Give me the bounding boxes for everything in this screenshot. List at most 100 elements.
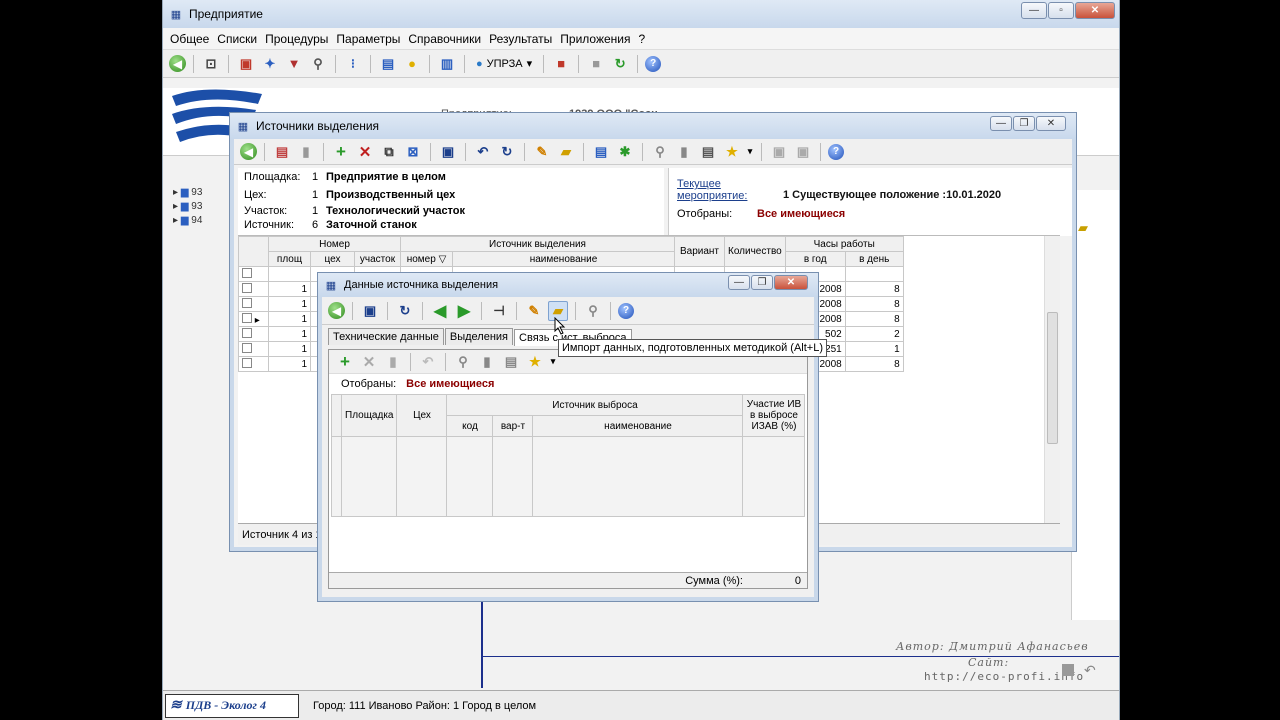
copy-icon[interactable]: ⧉ bbox=[379, 142, 399, 162]
tree-item[interactable]: ▸ ▆ 94 bbox=[173, 214, 202, 228]
tab-emissions[interactable]: Выделения bbox=[444, 328, 514, 345]
edit-icon[interactable]: ✎ bbox=[524, 301, 544, 321]
gray-copy-icon[interactable]: ▣ bbox=[769, 142, 789, 162]
add-icon[interactable]: + bbox=[331, 142, 351, 162]
vertical-scrollbar[interactable] bbox=[1044, 236, 1060, 523]
tab-technical[interactable]: Технические данные bbox=[328, 328, 444, 345]
find-icon[interactable]: ⊠ bbox=[403, 142, 423, 162]
gray-copy-icon[interactable]: ▣ bbox=[793, 142, 813, 162]
gray-doc-icon[interactable]: ▮ bbox=[477, 352, 497, 372]
report-icon[interactable]: ▤ bbox=[378, 54, 398, 74]
col-participation[interactable]: Участие ИВ в выбросе ИЗАВ (%) bbox=[742, 394, 806, 437]
row-checkbox[interactable] bbox=[242, 312, 252, 323]
menu-results[interactable]: Результаты bbox=[489, 32, 552, 46]
menu-lists[interactable]: Списки bbox=[217, 32, 257, 46]
col-quantity[interactable]: Количество bbox=[724, 236, 786, 267]
chevron-down-icon[interactable]: ▾ bbox=[746, 142, 754, 162]
undo-icon[interactable]: ↶ bbox=[1084, 662, 1096, 679]
link-icon[interactable]: ⊣ bbox=[489, 301, 509, 321]
menu-applications[interactable]: Приложения bbox=[560, 32, 630, 46]
help-icon[interactable]: ? bbox=[618, 302, 634, 319]
tools-icon[interactable]: ✱ bbox=[615, 142, 635, 162]
col-variant[interactable]: вар-т bbox=[492, 415, 534, 437]
row-checkbox[interactable] bbox=[242, 357, 252, 368]
back-icon[interactable]: ◀ bbox=[328, 302, 345, 319]
chevron-down-icon[interactable]: ▾ bbox=[549, 352, 557, 372]
menu-parameters[interactable]: Параметры bbox=[336, 32, 400, 46]
tree-item[interactable]: ▸ ▆ 93 bbox=[173, 200, 202, 214]
chart-icon[interactable]: ▣ bbox=[236, 54, 256, 74]
col-name[interactable]: наименование bbox=[532, 415, 744, 437]
search-icon[interactable]: ⚲ bbox=[453, 352, 473, 372]
restore-button[interactable]: ❐ bbox=[751, 275, 773, 290]
refresh-icon[interactable]: ↻ bbox=[610, 54, 630, 74]
row-checkbox[interactable] bbox=[242, 297, 252, 308]
arrow-right-icon[interactable]: ▶ bbox=[454, 301, 474, 321]
col-number[interactable]: номер ▽ bbox=[400, 251, 453, 267]
briefcase-icon[interactable]: ■ bbox=[551, 54, 571, 74]
redo-icon[interactable]: ↻ bbox=[395, 301, 415, 321]
back-icon[interactable]: ◀ bbox=[240, 143, 257, 160]
list-icon[interactable]: ▤ bbox=[698, 142, 718, 162]
menu-general[interactable]: Общее bbox=[170, 32, 209, 46]
maximize-button[interactable]: ▫ bbox=[1048, 2, 1074, 19]
col-variant[interactable]: Вариант bbox=[674, 236, 725, 267]
close-button[interactable]: ✕ bbox=[774, 275, 808, 290]
search-icon[interactable]: ⚲ bbox=[650, 142, 670, 162]
edit-icon[interactable]: ✎ bbox=[532, 142, 552, 162]
col-plosh[interactable]: площ bbox=[268, 251, 311, 267]
save-icon[interactable]: ▣ bbox=[360, 301, 380, 321]
tree-icon[interactable]: ⁝ bbox=[343, 54, 363, 74]
row-checkbox[interactable] bbox=[242, 282, 252, 293]
tree-item[interactable]: ▸ ▆ 93 bbox=[173, 186, 202, 200]
search-icon[interactable]: ⚲ bbox=[583, 301, 603, 321]
undo-icon[interactable]: ↶ bbox=[473, 142, 493, 162]
star-icon[interactable]: ★ bbox=[525, 352, 545, 372]
arrow-left-icon[interactable]: ◀ bbox=[430, 301, 450, 321]
row-checkbox[interactable] bbox=[242, 267, 252, 278]
back-icon[interactable]: ◀ bbox=[169, 55, 186, 72]
event-link[interactable]: Текущее мероприятие: bbox=[677, 178, 757, 202]
close-button[interactable]: ✕ bbox=[1036, 116, 1066, 131]
row-checkbox[interactable] bbox=[242, 327, 252, 338]
list-icon[interactable]: ▤ bbox=[501, 352, 521, 372]
map-icon[interactable]: ✦ bbox=[260, 54, 280, 74]
col-year[interactable]: в год bbox=[784, 251, 846, 267]
col-ceh[interactable]: цех bbox=[310, 251, 355, 267]
star-icon[interactable]: ★ bbox=[722, 142, 742, 162]
undo-icon[interactable]: ↶ bbox=[418, 352, 438, 372]
redo-icon[interactable]: ↻ bbox=[497, 142, 517, 162]
col-day[interactable]: в день bbox=[844, 251, 904, 267]
add-icon[interactable]: + bbox=[335, 352, 355, 372]
gray-doc-icon[interactable]: ▮ bbox=[296, 142, 316, 162]
copy-doc-icon[interactable]: ▤ bbox=[272, 142, 292, 162]
settings-icon[interactable]: ⊡ bbox=[201, 54, 221, 74]
minimize-button[interactable]: — bbox=[990, 116, 1012, 131]
col-plosh[interactable]: Площадка bbox=[340, 394, 398, 437]
restore-button[interactable]: ❐ bbox=[1013, 116, 1035, 131]
pin-icon[interactable]: ⚲ bbox=[308, 54, 328, 74]
minimize-button[interactable]: — bbox=[1021, 2, 1047, 19]
col-ceh[interactable]: Цех bbox=[396, 394, 448, 437]
delete-icon[interactable]: ✕ bbox=[355, 142, 375, 162]
help-icon[interactable]: ? bbox=[645, 55, 662, 72]
col-name[interactable]: наименование bbox=[452, 251, 675, 267]
save-icon[interactable]: ▣ bbox=[438, 142, 458, 162]
menu-help[interactable]: ? bbox=[639, 32, 646, 46]
gray-square-icon[interactable]: ■ bbox=[586, 54, 606, 74]
col-kod[interactable]: код bbox=[446, 415, 494, 437]
row-checkbox[interactable] bbox=[242, 342, 252, 353]
close-button[interactable]: ✕ bbox=[1075, 2, 1115, 19]
scrollbar-thumb[interactable] bbox=[1047, 312, 1058, 444]
filter-icon[interactable]: ▼ bbox=[284, 54, 304, 74]
gray-doc-icon[interactable]: ▮ bbox=[383, 352, 403, 372]
delete-icon[interactable]: ✕ bbox=[359, 352, 379, 372]
report-icon[interactable]: ▤ bbox=[591, 142, 611, 162]
folder-icon[interactable]: ▰ bbox=[1078, 220, 1088, 236]
import-icon[interactable]: ▰ bbox=[556, 142, 576, 162]
menu-references[interactable]: Справочники bbox=[408, 32, 481, 46]
menu-procedures[interactable]: Процедуры bbox=[265, 32, 328, 46]
help-icon[interactable]: ? bbox=[828, 143, 844, 160]
col-uchastok[interactable]: участок bbox=[354, 251, 401, 267]
bar-chart-icon[interactable]: ▥ bbox=[437, 54, 457, 74]
